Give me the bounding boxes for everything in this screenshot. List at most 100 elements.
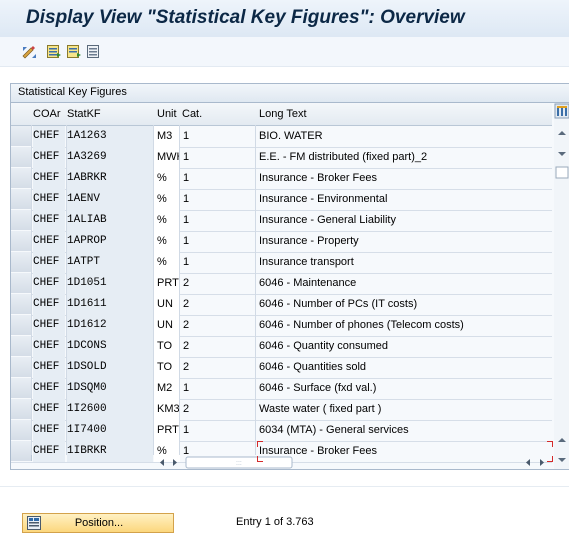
table-row[interactable]: CHEF 1ABRKR% 1 Insurance - Broker Fees — [11, 168, 552, 190]
cell-cat: 2 — [183, 277, 190, 289]
column-settings-icon[interactable] — [554, 103, 569, 119]
focus-cursor-mark — [257, 441, 263, 447]
table-row[interactable]: CHEF 1D1612 UN 2 6046 - Number of phones (Te… — [11, 315, 552, 337]
table-row[interactable]: CHEF 1A1263 M3 1 BIO. WATER — [11, 126, 552, 148]
scroll-thumb[interactable] — [555, 166, 569, 179]
page-title: Display View "Statistical Key Figures": … — [26, 7, 465, 28]
cell-coar: CHEF — [33, 252, 65, 273]
table-header: COAr StatKF Unit Cat. Long Text — [11, 103, 552, 126]
position-button[interactable]: Position... — [22, 513, 174, 533]
vertical-scrollbar[interactable] — [554, 103, 569, 469]
cell-unit: KM3 — [154, 399, 180, 420]
cell-long-text[interactable]: 6046 - Surface (fxd val.) — [256, 378, 552, 399]
cell-long-text[interactable]: Insurance - General Liability — [256, 210, 552, 231]
row-selector[interactable] — [11, 168, 32, 188]
scroll-up-icon[interactable] — [558, 438, 566, 442]
cell-unit: % — [154, 210, 180, 231]
cell-cat: 2 — [183, 340, 190, 352]
statistical-key-figures-table-panel: Statistical Key Figures COAr StatKF Unit… — [10, 83, 569, 470]
row-selector[interactable] — [11, 420, 32, 440]
row-selector[interactable] — [11, 357, 32, 377]
column-divider — [255, 125, 256, 455]
cell-long-text[interactable]: Insurance - Broker Fees — [256, 168, 552, 189]
row-selector[interactable] — [11, 147, 32, 167]
edit-display-toggle-icon[interactable] — [22, 44, 38, 59]
row-selector[interactable] — [11, 315, 32, 335]
cell-long-text[interactable]: 6046 - Maintenance — [256, 273, 552, 294]
cell-unit: % — [154, 231, 180, 252]
cell-unit: UN — [154, 294, 180, 315]
table-row[interactable]: CHEF 1DSQM0 M2 1 6046 - Surface (fxd val.) — [11, 378, 552, 400]
cell-long-text[interactable]: BIO. WATER — [256, 126, 552, 147]
cell-cat: 1 — [183, 214, 190, 226]
cell-long-text[interactable]: Insurance transport — [256, 252, 552, 273]
table-row[interactable]: CHEF 1APROP% 1 Insurance - Property — [11, 231, 552, 253]
column-header-long-text[interactable]: Long Text — [259, 108, 307, 120]
scroll-right-icon[interactable] — [540, 459, 544, 466]
table-row[interactable]: CHEF1A3269MWH1 E.E. - FM distributed (fix… — [11, 147, 552, 169]
scroll-up-icon[interactable] — [558, 131, 566, 135]
column-divider — [153, 125, 154, 455]
cell-coar: CHEF — [33, 189, 65, 210]
column-header-cat[interactable]: Cat. — [182, 108, 202, 120]
table-row[interactable]: CHEF 1ALIAB% 1 Insurance - General Liabilit… — [11, 210, 552, 232]
row-selector[interactable] — [11, 231, 32, 251]
table-row[interactable]: CHEF 1D1051 PRT 2 6046 - Maintenance — [11, 273, 552, 295]
horizontal-scrollbar[interactable]: ::: — [156, 456, 552, 469]
column-divider — [31, 125, 32, 455]
row-selector[interactable] — [11, 441, 32, 461]
cell-statkf: 1DSQM0 — [67, 378, 153, 399]
cell-cat: 2 — [183, 298, 190, 310]
table-row[interactable]: CHEF 1AENV% 1 Insurance - Environmental — [11, 189, 552, 211]
table-row[interactable]: CHEF 1I2600 KM3 2 Waste water ( fixed part ) — [11, 399, 552, 421]
cell-long-text[interactable]: Waste water ( fixed part ) — [256, 399, 552, 420]
cell-cat: 2 — [183, 319, 190, 331]
cell-long-text[interactable]: Insurance - Property — [256, 231, 552, 252]
cell-long-text[interactable]: E.E. - FM distributed (fixed part)_2 — [256, 147, 552, 168]
row-selector[interactable] — [11, 126, 32, 146]
select-block-icon[interactable] — [66, 44, 82, 59]
scroll-right-icon[interactable] — [173, 459, 177, 466]
table-row[interactable]: CHEF 1DCONS TO 2 6046 - Quantity consumed — [11, 336, 552, 358]
row-selector[interactable] — [11, 252, 32, 272]
cell-statkf: 1APROP — [67, 231, 153, 252]
cell-long-text[interactable]: Insurance - Environmental — [256, 189, 552, 210]
cell-statkf: 1IBRKR — [67, 441, 153, 462]
deselect-all-icon[interactable] — [86, 44, 102, 59]
cell-statkf: 1D1051 — [67, 273, 153, 294]
scroll-down-icon[interactable] — [558, 152, 566, 156]
title-bar: Display View "Statistical Key Figures": … — [0, 0, 569, 37]
cell-unit: M2 — [154, 378, 180, 399]
row-selector[interactable] — [11, 273, 32, 293]
cell-statkf: 1DCONS — [67, 336, 153, 357]
cell-long-text[interactable]: 6034 (MTA) - General services — [256, 420, 552, 441]
scroll-left-icon[interactable] — [526, 459, 530, 466]
column-header-coar[interactable]: COAr — [33, 108, 61, 120]
row-selector[interactable] — [11, 210, 32, 230]
cell-cat: 1 — [183, 130, 190, 142]
row-selector[interactable] — [11, 336, 32, 356]
cell-long-text[interactable]: 6046 - Number of PCs (IT costs) — [256, 294, 552, 315]
cell-long-text[interactable]: 6046 - Quantity consumed — [256, 336, 552, 357]
scroll-left-icon[interactable] — [160, 459, 164, 466]
cell-statkf: 1I2600 — [67, 399, 153, 420]
cell-coar: CHEF — [33, 420, 65, 441]
table-row[interactable]: CHEF 1DSOLD TO 2 6046 - Quantities sold — [11, 357, 552, 379]
table-row[interactable]: CHEF 1I7400 PRT 1 6034 (MTA) - General servi… — [11, 420, 552, 442]
row-selector[interactable] — [11, 294, 32, 314]
cell-statkf: 1ABRKR — [67, 168, 153, 189]
scroll-down-icon[interactable] — [558, 458, 566, 462]
row-selector[interactable] — [11, 399, 32, 419]
cell-long-text[interactable]: 6046 - Quantities sold — [256, 357, 552, 378]
column-header-unit[interactable]: Unit — [157, 108, 177, 120]
table-row[interactable]: CHEF 1ATPT% 1 Insurance transport — [11, 252, 552, 274]
toolbar — [0, 37, 569, 67]
row-selector[interactable] — [11, 189, 32, 209]
column-header-statkf[interactable]: StatKF — [67, 108, 101, 120]
table-row[interactable]: CHEF 1D1611 UN 2 6046 - Number of PCs (IT co… — [11, 294, 552, 316]
row-selector[interactable] — [11, 378, 32, 398]
cell-unit: PRT — [154, 273, 180, 294]
cell-unit: % — [154, 252, 180, 273]
select-all-icon[interactable] — [46, 44, 62, 59]
cell-long-text[interactable]: 6046 - Number of phones (Telecom costs) — [256, 315, 552, 336]
